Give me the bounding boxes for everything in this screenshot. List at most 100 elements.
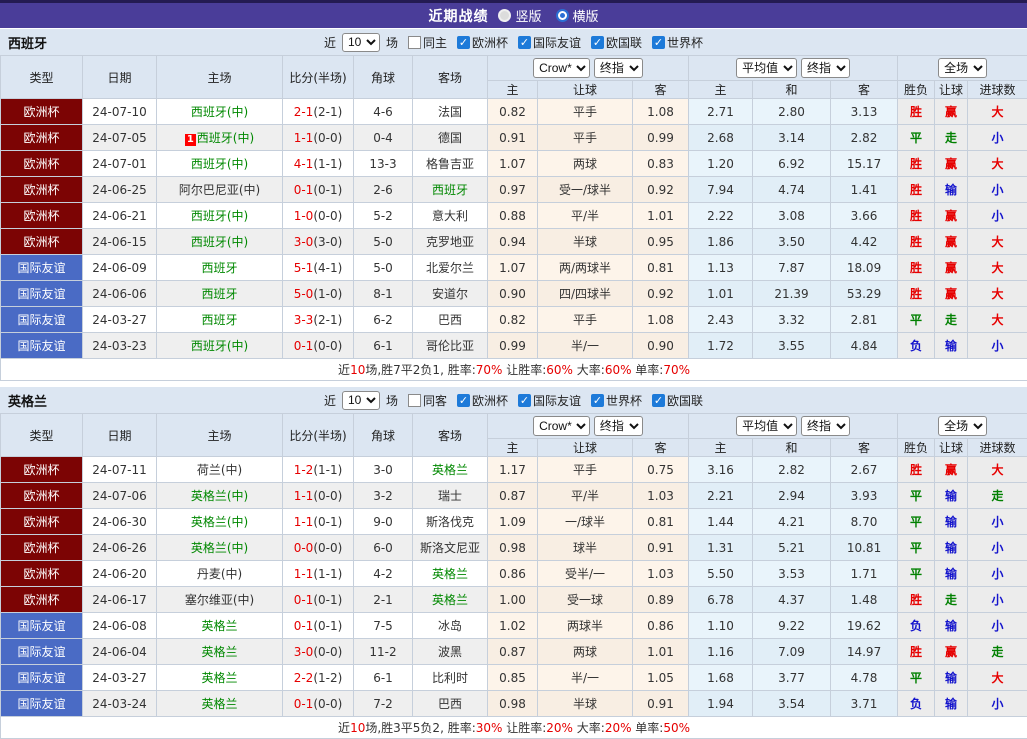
col-result-goals: 进球数: [967, 80, 1027, 99]
summary-segment: 大率:: [572, 721, 605, 735]
score-cell: 0-1(0-1): [282, 612, 354, 639]
match-row: 国际友谊 24-06-04 英格兰 3-0(0-0) 11-2 波黑 0.87 两球 1.01 1…: [0, 638, 1027, 665]
col-corner: 角球: [353, 55, 413, 99]
radio-vertical-layout[interactable]: 竖版: [498, 6, 542, 25]
crown-handicap-cell: 受半/一: [537, 560, 633, 587]
bookmaker-period-select[interactable]: 终指: [593, 58, 643, 78]
home-team-name: 西班牙: [201, 287, 238, 301]
games-count-select[interactable]: 10: [341, 32, 380, 52]
avg-away-odds-cell: 8.70: [830, 508, 899, 535]
league-checkbox-friendly[interactable]: ✓ 国际友谊: [518, 392, 581, 409]
bookmaker-select[interactable]: Crow*: [533, 58, 591, 78]
average-select[interactable]: 平均值: [736, 58, 798, 78]
average-period-select[interactable]: 终指: [800, 58, 850, 78]
col-avg-away: 客: [830, 438, 899, 457]
result-wl-cell: 胜: [897, 586, 936, 613]
checkbox-checked-icon[interactable]: ✓: [652, 35, 666, 49]
avg-home-odds-cell: 5.50: [688, 560, 754, 587]
date-cell: 24-07-10: [82, 98, 157, 125]
away-team-cell: 安道尔: [412, 280, 488, 307]
col-crown-away: 客: [631, 438, 690, 457]
home-team-cell: 英格兰(中): [156, 534, 283, 561]
avg-home-odds-cell: 1.16: [688, 638, 754, 665]
col-crown-handicap: 让球: [537, 80, 633, 99]
checkbox-checked-icon[interactable]: ✓: [518, 393, 531, 407]
summary-segment: 场,胜3平5负2, 胜率:: [365, 721, 476, 735]
result-wl-cell: 胜: [897, 638, 936, 665]
date-cell: 24-03-24: [82, 690, 157, 717]
games-count-select[interactable]: 10: [341, 390, 380, 410]
league-checkbox-euro[interactable]: ✓ 欧洲杯: [456, 34, 508, 51]
away-team-name: 西班牙: [431, 183, 468, 197]
crown-home-odds-cell: 1.00: [487, 586, 538, 613]
half-time-score: (0-1): [313, 182, 343, 197]
league-checkbox-friendly[interactable]: ✓ 国际友谊: [518, 34, 581, 51]
crown-handicap-cell: 平手: [537, 456, 633, 483]
result-wl-cell: 负: [897, 690, 936, 717]
avg-away-odds-cell: 4.42: [830, 228, 899, 255]
near-label: 近: [323, 393, 336, 408]
full-time-score: 3-0: [293, 234, 314, 249]
league-checkbox-worldcup[interactable]: ✓ 世界杯: [591, 392, 642, 409]
crown-handicap-cell: 两球: [537, 150, 633, 177]
half-time-score: (0-1): [313, 592, 343, 607]
avg-away-odds-cell: 2.81: [830, 306, 899, 333]
away-team-name: 巴西: [437, 697, 462, 711]
league-cell: 欧洲杯: [0, 508, 83, 535]
col-score: 比分(半场): [282, 413, 354, 457]
date-cell: 24-03-27: [82, 306, 157, 333]
league-cell: 欧洲杯: [0, 124, 83, 151]
result-handicap-cell: 赢: [934, 280, 969, 307]
league-cell: 欧洲杯: [0, 586, 83, 613]
league-cell: 国际友谊: [0, 254, 83, 281]
corners-cell: 0-4: [353, 124, 413, 151]
full-time-score: 1-1: [293, 514, 314, 529]
checkbox-checked-icon[interactable]: ✓: [456, 393, 470, 407]
summary-segment: 30%: [475, 721, 503, 735]
checkbox-checked-icon[interactable]: ✓: [456, 35, 470, 49]
league-cell: 国际友谊: [0, 690, 83, 717]
result-handicap-cell: 输: [934, 560, 969, 587]
scope-select[interactable]: 全场: [938, 416, 988, 436]
league-checkbox-nations[interactable]: ✓ 欧国联: [591, 34, 642, 51]
checkbox-checked-icon[interactable]: ✓: [518, 35, 531, 49]
full-time-score: 0-1: [293, 338, 314, 353]
result-handicap-cell: 输: [934, 690, 969, 717]
league-checkbox-nations[interactable]: ✓ 欧国联: [652, 392, 703, 409]
bookmaker-select[interactable]: Crow*: [533, 416, 591, 436]
crown-away-odds-cell: 1.05: [631, 664, 690, 691]
league-label: 国际友谊: [533, 35, 582, 50]
crown-home-odds-cell: 1.17: [487, 456, 538, 483]
crown-handicap-cell: 半球: [537, 690, 633, 717]
crown-handicap-cell: 半/一: [537, 332, 633, 359]
radio-horizontal-label: 横版: [572, 10, 599, 25]
scope-select[interactable]: 全场: [938, 58, 988, 78]
page-title: 近期战绩: [428, 8, 489, 25]
summary-segment: 70%: [663, 363, 691, 377]
league-checkbox-worldcup[interactable]: ✓ 世界杯: [652, 34, 703, 51]
league-cell: 国际友谊: [0, 306, 83, 333]
radio-unselected-icon[interactable]: [498, 9, 512, 22]
checkbox-checked-icon[interactable]: ✓: [591, 393, 605, 407]
bookmaker-period-select[interactable]: 终指: [593, 416, 643, 436]
avg-away-odds-cell: 1.41: [830, 176, 899, 203]
checkbox-unchecked-icon[interactable]: [407, 35, 421, 49]
average-period-select[interactable]: 终指: [800, 416, 850, 436]
same-away-checkbox[interactable]: 同客: [407, 392, 447, 409]
checkbox-checked-icon[interactable]: ✓: [652, 393, 666, 407]
avg-draw-odds-cell: 2.80: [752, 98, 832, 125]
average-select[interactable]: 平均值: [736, 416, 798, 436]
radio-selected-icon[interactable]: [555, 9, 569, 22]
half-time-score: (4-1): [313, 260, 343, 275]
checkbox-unchecked-icon[interactable]: [407, 393, 421, 407]
away-team-name: 克罗地亚: [425, 235, 474, 249]
radio-horizontal-layout[interactable]: 横版: [555, 6, 599, 25]
corners-cell: 6-1: [353, 332, 413, 359]
checkbox-checked-icon[interactable]: ✓: [591, 35, 605, 49]
same-home-checkbox[interactable]: 同主: [407, 34, 447, 51]
crown-away-odds-cell: 0.83: [631, 150, 690, 177]
league-checkbox-euro[interactable]: ✓ 欧洲杯: [456, 392, 508, 409]
avg-away-odds-cell: 3.93: [830, 482, 899, 509]
result-wl-cell: 平: [897, 508, 936, 535]
away-team-name: 英格兰: [431, 567, 468, 581]
